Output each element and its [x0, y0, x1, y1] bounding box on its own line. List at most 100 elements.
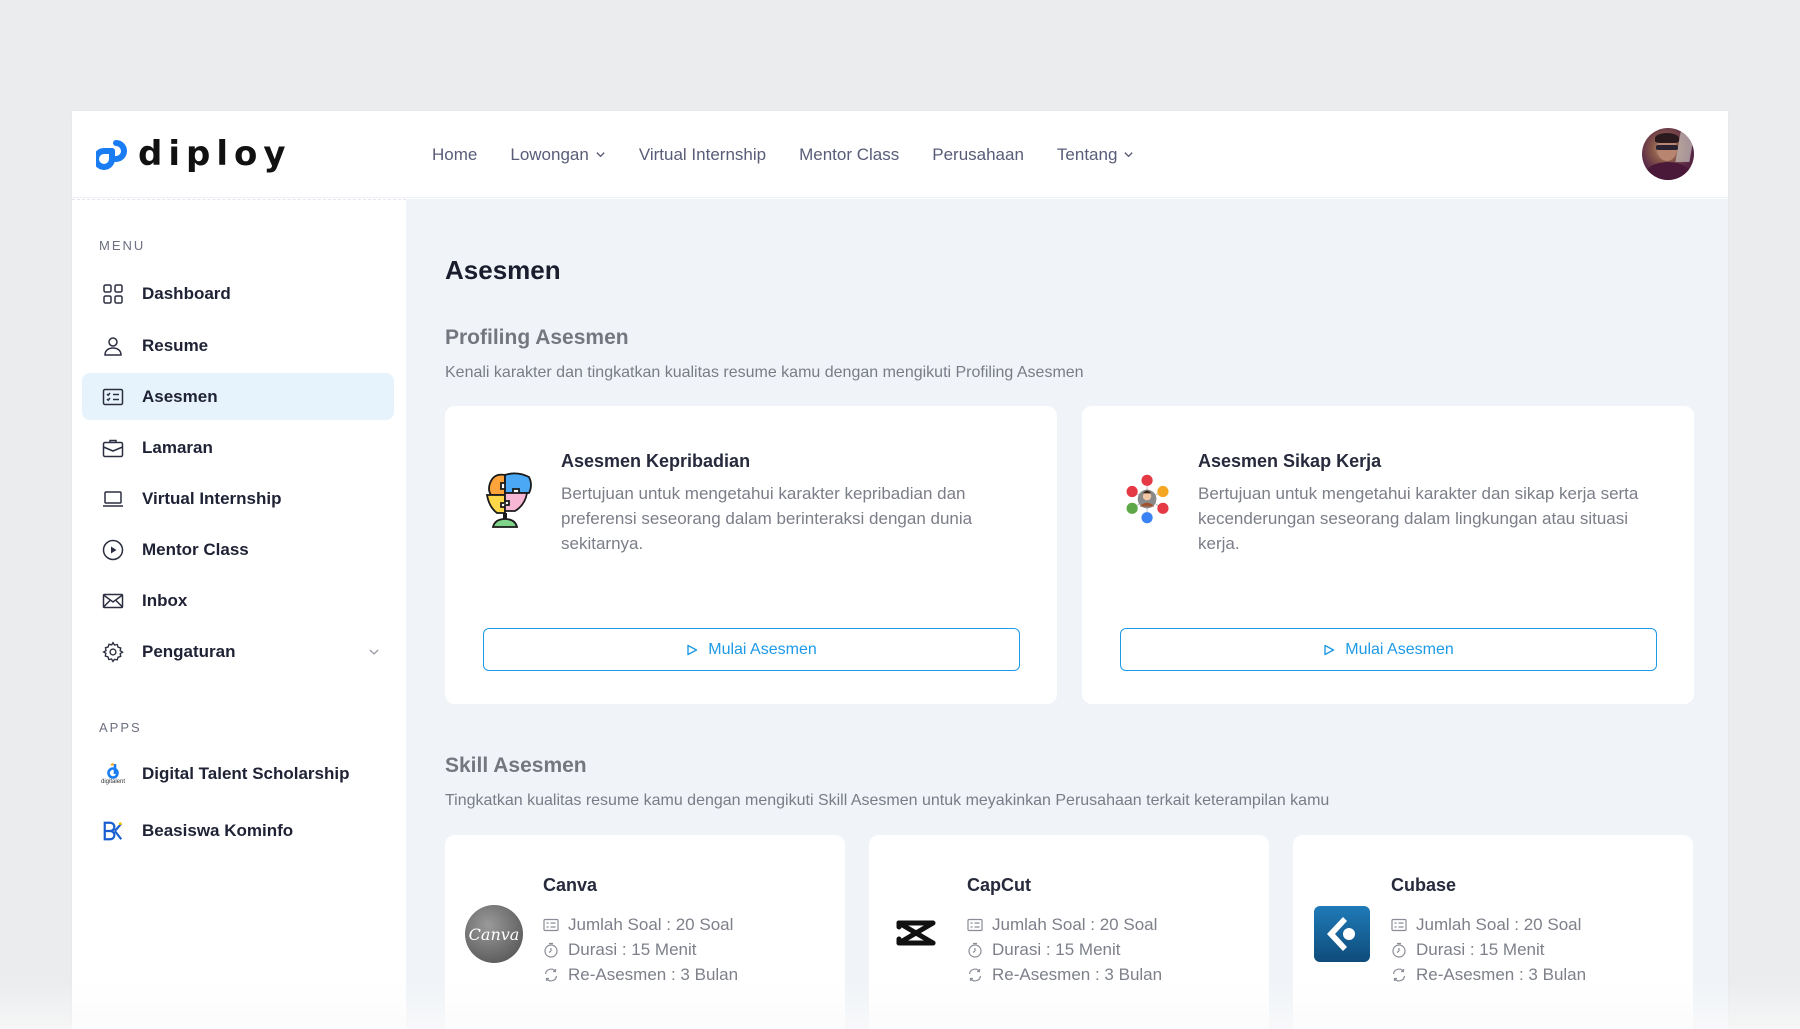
- skill-title: Canva: [543, 875, 598, 895]
- list-icon: [543, 918, 559, 932]
- nav-home-label: Home: [432, 144, 478, 164]
- diploy-logo-mark-icon: [96, 140, 127, 170]
- sidebar-item-label: Inbox: [142, 590, 188, 610]
- app-window: diploy Home Lowongan Virtual Internship …: [72, 111, 1728, 1029]
- re-asesmen-text: Re-Asesmen : 3 Bulan: [1416, 965, 1587, 984]
- skill-card-canva[interactable]: Canva Canva Jumlah Soal : 20 Soal Durasi…: [445, 835, 845, 1029]
- stopwatch-icon: [1392, 942, 1406, 958]
- nav-home[interactable]: Home: [432, 145, 477, 165]
- nav-perusahaan-label: Perusahaan: [932, 144, 1024, 164]
- chevron-down-icon[interactable]: [368, 646, 380, 658]
- card-title: Asesmen Kepribadian: [561, 451, 751, 471]
- avatar-shirt: [1646, 162, 1690, 180]
- checklist-icon: [102, 386, 124, 408]
- skill-title: CapCut: [967, 875, 1031, 895]
- re-asesmen-text: Re-Asesmen : 3 Bulan: [992, 965, 1163, 984]
- canva-logo-text: Canva: [468, 924, 520, 944]
- play-icon: [687, 644, 698, 655]
- jumlah-soal-text: Jumlah Soal : 20 Soal: [992, 915, 1158, 934]
- person-network-icon: [1126, 474, 1169, 524]
- user-avatar[interactable]: [1642, 128, 1694, 180]
- profiling-section-title: Profiling Asesmen: [445, 326, 629, 349]
- mulai-asesmen-button[interactable]: Mulai Asesmen: [483, 628, 1020, 671]
- refresh-icon: [968, 968, 982, 982]
- list-icon: [967, 918, 983, 932]
- sidebar-item-label: Lamaran: [142, 437, 213, 457]
- profiling-section-description: Kenali karakter dan tingkatkan kualitas …: [445, 364, 1084, 381]
- briefcase-icon: [102, 437, 124, 459]
- durasi-text: Durasi : 15 Menit: [568, 940, 697, 959]
- jumlah-soal-text: Jumlah Soal : 20 Soal: [568, 915, 734, 934]
- gear-icon: [102, 640, 124, 663]
- re-asesmen: Re-Asesmen : 3 Bulan: [967, 965, 1162, 985]
- skill-card-capcut[interactable]: CapCut Jumlah Soal : 20 Soal Durasi : 15…: [869, 835, 1269, 1029]
- sidebar-item-mentor-class[interactable]: Mentor Class: [82, 526, 394, 573]
- sidebar-item-asesmen[interactable]: Asesmen: [82, 373, 394, 420]
- sidebar-item-label: Pengaturan: [142, 641, 236, 661]
- jumlah-soal-text: Jumlah Soal : 20 Soal: [1416, 915, 1582, 934]
- nav-perusahaan[interactable]: Perusahaan: [932, 145, 1024, 165]
- sidebar-item-label: Virtual Internship: [142, 488, 282, 508]
- sidebar-item-inbox[interactable]: Inbox: [82, 577, 394, 624]
- durasi-text: Durasi : 15 Menit: [992, 940, 1121, 959]
- sidebar-item-resume[interactable]: Resume: [82, 322, 394, 369]
- top-navbar: diploy Home Lowongan Virtual Internship …: [72, 111, 1728, 198]
- mail-icon: [102, 590, 124, 612]
- card-title: Asesmen Sikap Kerja: [1198, 451, 1382, 471]
- nav-lowongan[interactable]: Lowongan: [510, 145, 605, 165]
- durasi: Durasi : 15 Menit: [1391, 940, 1545, 960]
- bk-logo-icon: [102, 820, 124, 842]
- re-asesmen-text: Re-Asesmen : 3 Bulan: [568, 965, 739, 984]
- button-label: Mulai Asesmen: [708, 640, 817, 658]
- canva-logo: Canva: [465, 905, 523, 963]
- digitalent-logo-icon: digitalent: [98, 762, 128, 785]
- sidebar-item-lamaran[interactable]: Lamaran: [82, 424, 394, 471]
- nav-mentor-class[interactable]: Mentor Class: [799, 145, 899, 165]
- jumlah-soal: Jumlah Soal : 20 Soal: [543, 915, 733, 935]
- assessment-card-kepribadian: Asesmen Kepribadian Bertujuan untuk meng…: [445, 406, 1057, 704]
- durasi: Durasi : 15 Menit: [967, 940, 1121, 960]
- mulai-asesmen-button[interactable]: Mulai Asesmen: [1120, 628, 1657, 671]
- nav-virtual-internship-label: Virtual Internship: [638, 144, 767, 164]
- digitalent-caption: digitalent: [100, 778, 126, 785]
- skill-section-title: Skill Asesmen: [445, 754, 587, 777]
- durasi-text: Durasi : 15 Menit: [1416, 940, 1545, 959]
- app-label: Beasiswa Kominfo: [142, 820, 294, 840]
- app-label: Digital Talent Scholarship: [142, 763, 350, 783]
- menu-heading: MENU: [99, 238, 146, 253]
- sidebar-item-pengaturan[interactable]: Pengaturan: [82, 628, 394, 675]
- grid-icon: [102, 283, 124, 305]
- sidebar-item-virtual-internship[interactable]: Virtual Internship: [82, 475, 394, 522]
- avatar-hair: [1655, 133, 1679, 143]
- nav-lowongan-label: Lowongan: [510, 144, 589, 164]
- chevron-down-icon: [596, 152, 605, 158]
- nav-tentang-label: Tentang: [1056, 144, 1118, 164]
- re-asesmen: Re-Asesmen : 3 Bulan: [543, 965, 738, 985]
- refresh-icon: [1392, 968, 1406, 982]
- skill-card-cubase[interactable]: Cubase Jumlah Soal : 20 Soal Durasi : 15…: [1293, 835, 1693, 1029]
- sidebar-item-dashboard[interactable]: Dashboard: [82, 270, 394, 317]
- sidebar: MENU Dashboard Resume Asesmen Lamaran Vi…: [72, 199, 406, 1029]
- re-asesmen: Re-Asesmen : 3 Bulan: [1391, 965, 1586, 985]
- cubase-logo: [1314, 906, 1370, 962]
- play-circle-icon: [102, 539, 124, 561]
- avatar-glasses: [1656, 145, 1678, 150]
- nav-tentang[interactable]: Tentang: [1057, 145, 1135, 165]
- nav-virtual-internship[interactable]: Virtual Internship: [639, 145, 766, 165]
- skill-section-description: Tingkatkan kualitas resume kamu dengan m…: [445, 792, 1330, 809]
- sidebar-item-label: Dashboard: [142, 283, 231, 303]
- app-beasiswa-kominfo[interactable]: Beasiswa Kominfo: [82, 807, 394, 854]
- refresh-icon: [544, 968, 558, 982]
- button-label: Mulai Asesmen: [1345, 640, 1454, 658]
- durasi: Durasi : 15 Menit: [543, 940, 697, 960]
- brand-name: diploy: [138, 134, 292, 174]
- app-digital-talent-scholarship[interactable]: digitalent Digital Talent Scholarship: [82, 750, 394, 797]
- play-icon: [1324, 644, 1335, 655]
- card-description: Bertujuan untuk mengetahui karakter dan …: [1198, 484, 1639, 553]
- apps-heading: APPS: [99, 720, 142, 735]
- list-icon: [1391, 918, 1407, 932]
- diploy-logo[interactable]: diploy: [96, 134, 292, 174]
- stopwatch-icon: [544, 942, 558, 958]
- user-icon: [102, 335, 124, 357]
- laptop-icon: [102, 488, 124, 510]
